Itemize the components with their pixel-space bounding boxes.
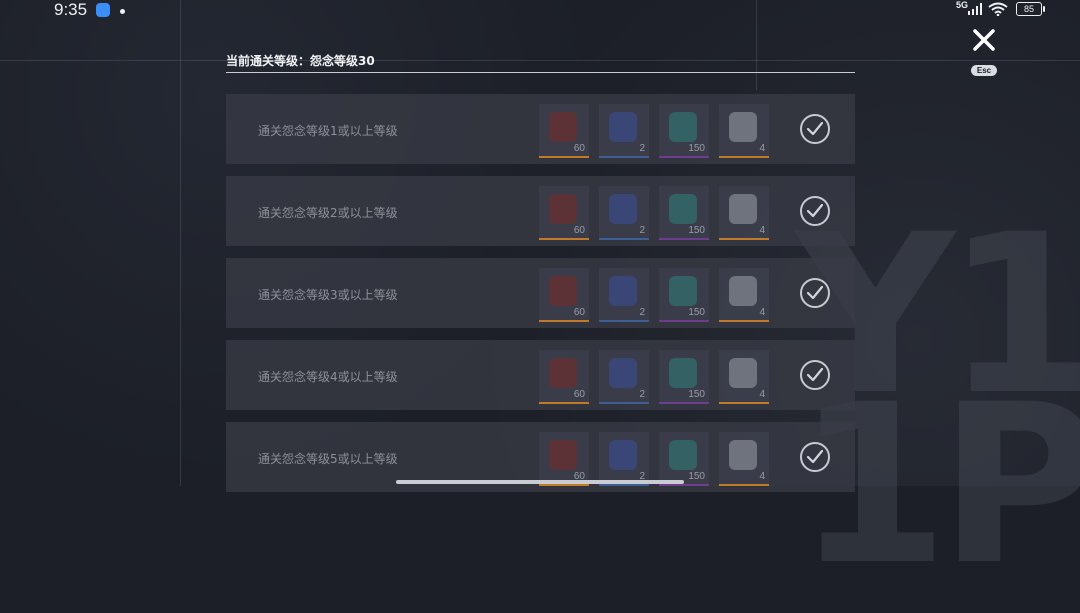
item-count: 60 [573,307,585,318]
reward-item[interactable]: 60 [539,350,589,404]
teal-figure-icon [669,194,697,224]
reward-condition-label: 通关怨念等级2或以上等级 [258,206,398,220]
claimed-check-icon [800,196,830,226]
page-title: 当前通关等级：怨念等级30 [226,54,375,68]
item-count: 4 [759,143,765,154]
item-count: 2 [639,307,645,318]
reward-item[interactable]: 2 [599,350,649,404]
bg-line [0,60,1080,61]
reward-row: 通关怨念等级3或以上等级 60 2 150 4 [226,258,855,328]
status-bar: 9:35 5G 85 [0,0,1080,22]
battery-icon: 85 [1016,2,1045,16]
teal-figure-icon [669,358,697,388]
reward-item[interactable]: 4 [719,186,769,240]
reward-row: 通关怨念等级4或以上等级 60 2 150 4 [226,340,855,410]
reward-condition-label: 通关怨念等级4或以上等级 [258,370,398,384]
reward-item[interactable]: 150 [659,350,709,404]
reward-row: 通关怨念等级1或以上等级 60 2 150 4 [226,94,855,164]
red-figure-icon [549,440,577,470]
blue-gem-icon [609,194,637,224]
claimed-check-icon [800,114,830,144]
bg-line [180,0,181,486]
blue-gem-icon [609,358,637,388]
reward-item[interactable]: 4 [719,104,769,158]
item-count: 4 [759,471,765,482]
item-count: 150 [688,225,705,236]
item-count: 150 [688,143,705,154]
teal-figure-icon [669,440,697,470]
reward-condition-label: 通关怨念等级5或以上等级 [258,452,398,466]
reward-item[interactable]: 150 [659,104,709,158]
reward-item[interactable]: 2 [599,268,649,322]
white-shard-icon [729,194,757,224]
reward-item[interactable]: 150 [659,268,709,322]
teal-figure-icon [669,276,697,306]
reward-item[interactable]: 2 [599,432,649,486]
blue-gem-icon [609,112,637,142]
blue-gem-icon [609,440,637,470]
app-notification-icon [96,3,110,17]
red-figure-icon [549,358,577,388]
reward-item[interactable]: 60 [539,104,589,158]
teal-figure-icon [669,112,697,142]
claimed-check-icon [800,442,830,472]
item-count: 60 [573,225,585,236]
white-shard-icon [729,440,757,470]
item-count: 150 [688,471,705,482]
red-figure-icon [549,194,577,224]
network-type: 5G [956,0,969,10]
signal-icon [968,3,984,15]
item-count: 2 [639,225,645,236]
divider [226,72,855,73]
item-count: 4 [759,307,765,318]
clock: 9:35 [54,0,88,19]
white-shard-icon [729,112,757,142]
item-count: 2 [639,389,645,400]
reward-item[interactable]: 150 [659,432,709,486]
item-count: 2 [639,143,645,154]
claimed-check-icon [800,360,830,390]
notification-dot-icon [120,9,125,14]
reward-condition-label: 通关怨念等级3或以上等级 [258,288,398,302]
reward-item[interactable]: 60 [539,268,589,322]
close-button[interactable] [968,24,1000,56]
red-figure-icon [549,112,577,142]
claimed-check-icon [800,278,830,308]
wifi-icon [988,2,1008,16]
reward-item[interactable]: 4 [719,432,769,486]
reward-item[interactable]: 60 [539,186,589,240]
item-count: 150 [688,307,705,318]
reward-row: 通关怨念等级2或以上等级 60 2 150 4 [226,176,855,246]
item-count: 4 [759,225,765,236]
item-count: 4 [759,389,765,400]
item-count: 150 [688,389,705,400]
blue-gem-icon [609,276,637,306]
reward-item[interactable]: 2 [599,186,649,240]
reward-item[interactable]: 4 [719,350,769,404]
red-figure-icon [549,276,577,306]
item-count: 60 [573,389,585,400]
reward-item[interactable]: 60 [539,432,589,486]
close-icon [973,29,995,51]
reward-condition-label: 通关怨念等级1或以上等级 [258,124,398,138]
white-shard-icon [729,276,757,306]
reward-item[interactable]: 150 [659,186,709,240]
white-shard-icon [729,358,757,388]
home-indicator[interactable] [396,480,684,484]
item-count: 60 [573,143,585,154]
reward-item[interactable]: 2 [599,104,649,158]
esc-hint: Esc [971,65,997,76]
reward-item[interactable]: 4 [719,268,769,322]
